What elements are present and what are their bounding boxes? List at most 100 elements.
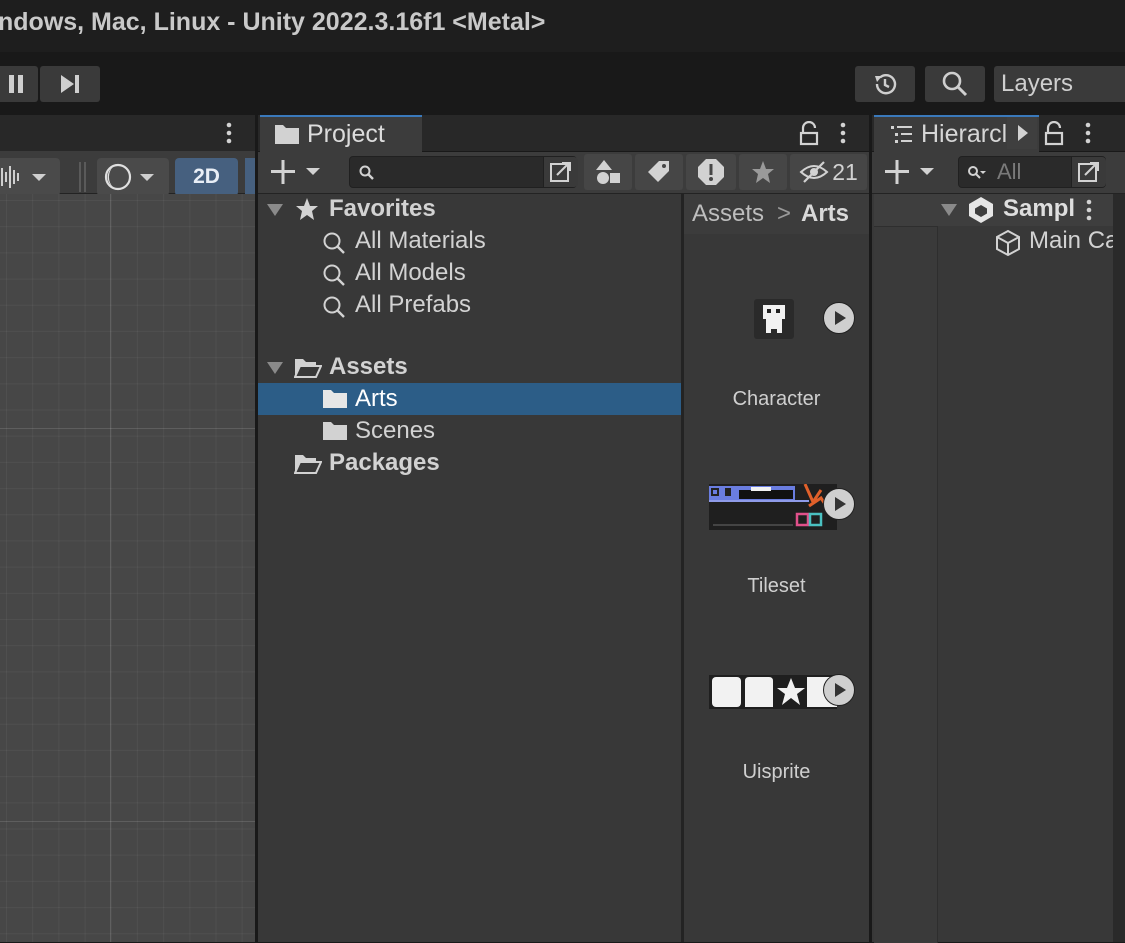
tree-item-favorites[interactable]: Favorites xyxy=(258,193,681,225)
audio-toggle[interactable] xyxy=(0,158,60,196)
pause-icon xyxy=(9,75,23,93)
search-options-button[interactable] xyxy=(543,157,578,187)
project-search-input[interactable] xyxy=(349,156,578,188)
list-icon xyxy=(891,126,912,143)
asset-label: Uisprite xyxy=(742,761,811,783)
audio-icon xyxy=(1,166,46,188)
lock-button[interactable] xyxy=(1043,120,1065,152)
folder-icon xyxy=(323,390,347,408)
filter-by-label-button[interactable] xyxy=(635,154,683,190)
breadcrumb: Assets > Arts xyxy=(684,194,869,234)
tree-label: Arts xyxy=(355,385,398,412)
hierarchy-scrollbar[interactable] xyxy=(1113,194,1125,942)
step-icon xyxy=(61,75,79,93)
lock-icon xyxy=(1044,120,1064,146)
search-icon xyxy=(323,264,345,286)
ui-sprite-icon xyxy=(712,677,837,707)
layers-dropdown[interactable]: Layers xyxy=(994,66,1125,102)
open-window-icon xyxy=(1078,162,1099,182)
search-options-button[interactable] xyxy=(1071,157,1106,187)
chevron-right-icon xyxy=(1018,125,1028,141)
kebab-icon xyxy=(840,122,846,144)
kebab-icon xyxy=(1085,122,1091,144)
history-button[interactable] xyxy=(855,66,915,102)
log-type-button[interactable] xyxy=(686,154,736,190)
sprite-character-icon xyxy=(763,305,785,333)
tree-item-packages[interactable]: Packages xyxy=(258,447,681,479)
scene-view-grid[interactable] xyxy=(0,194,255,942)
hierarchy-object-row[interactable]: Main Ca xyxy=(938,226,1113,258)
search-button[interactable] xyxy=(925,66,985,102)
toolbar-divider xyxy=(84,162,86,192)
tree-label: Scenes xyxy=(355,417,436,444)
filter-by-type-button[interactable] xyxy=(584,154,632,190)
expand-arrow-icon xyxy=(267,204,283,216)
asset-label: Character xyxy=(732,388,821,410)
favorite-button[interactable] xyxy=(739,154,787,190)
unity-scene-icon xyxy=(969,197,993,223)
uisprite-thumbnail[interactable] xyxy=(709,675,837,709)
expand-sprite-button[interactable] xyxy=(823,674,855,706)
shading-mode-dropdown[interactable] xyxy=(97,158,169,196)
tree-item-assets[interactable]: Assets xyxy=(258,351,681,383)
tree-label: Favorites xyxy=(329,195,436,222)
hierarchy-gutter xyxy=(874,226,938,943)
tree-label: Assets xyxy=(329,353,408,380)
hidden-packages-toggle[interactable]: 21 xyxy=(790,154,867,190)
tree-label: All Prefabs xyxy=(355,291,472,318)
sphere-icon xyxy=(104,163,154,191)
search-dropdown-icon xyxy=(968,166,986,179)
tab-scroll-button[interactable] xyxy=(1007,117,1037,149)
hierarchy-tab-label: Hierarcl xyxy=(921,120,1008,148)
tileset-icon xyxy=(709,483,831,527)
tree-label: Packages xyxy=(329,449,440,476)
folder-icon xyxy=(323,422,347,440)
expand-sprite-button[interactable] xyxy=(823,488,855,520)
tileset-thumbnail[interactable] xyxy=(709,483,837,530)
star-icon xyxy=(752,161,774,183)
hierarchy-scene-row[interactable]: Sampl xyxy=(874,194,1113,226)
breadcrumb-separator: > xyxy=(777,200,792,227)
hierarchy-menu-button[interactable] xyxy=(1080,120,1096,151)
grid-major-line xyxy=(0,428,255,429)
open-window-icon xyxy=(550,162,571,182)
tree-item-arts[interactable]: Arts xyxy=(258,383,681,415)
grid-major-line xyxy=(0,821,255,822)
tree-item-all-models[interactable]: All Models xyxy=(258,257,681,289)
project-tab-label: Project xyxy=(307,120,385,148)
scene-menu-button[interactable] xyxy=(221,120,237,151)
history-icon xyxy=(875,74,897,95)
plus-icon xyxy=(271,160,320,184)
open-folder-icon xyxy=(294,455,322,474)
tree-item-all-materials[interactable]: All Materials xyxy=(258,225,681,257)
plus-icon xyxy=(885,160,934,184)
breadcrumb-root[interactable]: Assets xyxy=(692,200,764,228)
breadcrumb-current[interactable]: Arts xyxy=(801,200,849,228)
scene-toolbar-overflow xyxy=(245,158,255,196)
hierarchy-search-input[interactable]: All xyxy=(958,156,1106,188)
tree-item-scenes[interactable]: Scenes xyxy=(258,415,681,447)
tree-item-all-prefabs[interactable]: All Prefabs xyxy=(258,289,681,321)
create-button[interactable] xyxy=(268,157,324,192)
step-button[interactable] xyxy=(40,66,100,102)
character-thumbnail[interactable] xyxy=(754,299,794,339)
lock-icon xyxy=(799,120,819,146)
2d-mode-toggle[interactable]: 2D xyxy=(175,158,238,196)
tag-icon xyxy=(648,161,669,182)
play-icon xyxy=(835,311,846,325)
star-icon xyxy=(296,198,318,220)
create-object-button[interactable] xyxy=(882,157,938,192)
gameobject-cube-icon xyxy=(996,229,1020,257)
project-menu-button[interactable] xyxy=(835,120,851,151)
scene-tab-bar xyxy=(0,115,255,151)
search-icon xyxy=(323,296,345,318)
expand-sprite-button[interactable] xyxy=(823,302,855,334)
grid-major-line xyxy=(110,194,111,942)
window-title: ndows, Mac, Linux - Unity 2022.3.16f1 <M… xyxy=(0,8,546,36)
pause-button[interactable] xyxy=(0,66,38,102)
expand-arrow-icon xyxy=(941,204,957,216)
search-icon xyxy=(359,165,374,180)
lock-button[interactable] xyxy=(798,120,820,152)
folder-icon xyxy=(275,125,299,144)
tree-label: All Models xyxy=(355,259,466,286)
